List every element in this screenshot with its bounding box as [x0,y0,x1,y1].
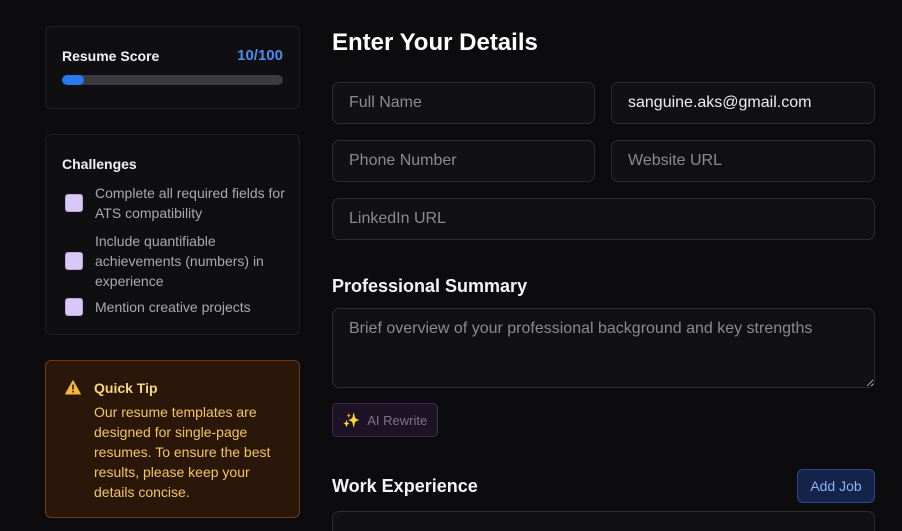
quick-tip-title: Quick Tip [94,380,158,396]
professional-summary-field[interactable] [332,308,875,388]
linkedin-field[interactable] [332,198,875,240]
full-name-field[interactable] [332,82,595,124]
page-title: Enter Your Details [332,29,538,56]
challenge-label: Mention creative projects [95,299,251,315]
professional-summary-title: Professional Summary [332,276,528,296]
website-field[interactable] [611,140,875,182]
warning-icon [65,380,81,395]
challenge-label: Complete all required fields for ATS com… [95,185,285,221]
challenges-title: Challenges [62,156,137,172]
resume-score-title: Resume Score [62,47,160,64]
resume-score-progress-fill [62,75,85,85]
work-experience-title: Work Experience [332,476,478,496]
resume-score-progress-bar [62,75,283,85]
challenge-label: Include quantifiable achievements (numbe… [95,233,264,289]
sparkle-icon: ✨ [342,411,361,428]
challenge-checkbox[interactable] [65,298,83,316]
challenges-card: Challenges Complete all required fields … [45,134,300,335]
resume-score-header: Resume Score 10/100 [62,47,283,64]
challenges-list: Complete all required fields for ATS com… [65,183,287,325]
ai-rewrite-button[interactable]: ✨ AI Rewrite [332,403,438,437]
quick-tip-text: Our resume templates are designed for si… [94,404,271,500]
phone-field[interactable] [332,140,595,182]
resume-score-value: 10/100 [237,47,283,64]
email-field[interactable] [611,82,875,124]
challenge-checkbox[interactable] [65,194,83,212]
work-experience-card [332,511,875,531]
resume-score-card: Resume Score 10/100 [45,26,300,109]
challenge-item[interactable]: Mention creative projects [65,297,287,317]
challenge-checkbox[interactable] [65,252,83,270]
challenge-item[interactable]: Include quantifiable achievements (numbe… [65,231,287,291]
add-job-button[interactable]: Add Job [797,469,875,503]
quick-tip-card: Quick Tip Our resume templates are desig… [45,360,300,518]
ai-rewrite-label: AI Rewrite [367,412,428,428]
challenge-item[interactable]: Complete all required fields for ATS com… [65,183,287,223]
